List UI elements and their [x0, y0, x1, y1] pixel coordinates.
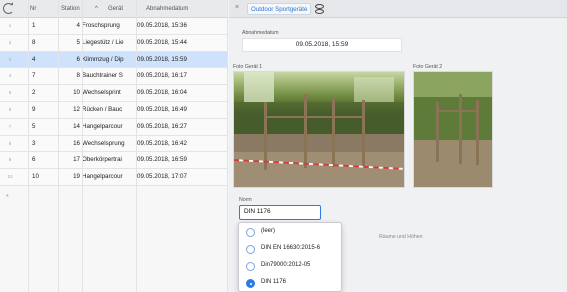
row-index: 3	[8, 56, 12, 62]
table-row[interactable]: 10 10 19 Hangelparcour 09.05.2018, 17:07	[0, 169, 228, 186]
foto-geraet-2-image[interactable]	[413, 71, 493, 188]
row-index: 5	[8, 90, 12, 96]
cell-geraet: Liegestütz / Lie	[82, 38, 124, 46]
radio-unselected-icon[interactable]	[246, 245, 255, 254]
column-header-geraet[interactable]: Gerät	[108, 0, 134, 18]
radio-selected-icon[interactable]	[246, 279, 255, 288]
cell-abnahmedatum: 09.05.2018, 16:04	[137, 89, 187, 97]
cell-nr: 5	[32, 122, 36, 130]
row-index: 9	[8, 157, 12, 163]
cell-nr: 2	[32, 89, 36, 97]
abnahmedatum-label: Abnahmedatum	[242, 30, 279, 36]
row-index: 7	[8, 123, 12, 129]
raeume-und-hoehen-label: Räume und Höhen	[379, 234, 423, 240]
column-header-nr[interactable]: Nr	[30, 0, 50, 18]
table-row[interactable]: 1 1 4 Froschsprung 09.05.2018, 15:36	[0, 18, 228, 35]
cell-station: 5	[76, 38, 80, 46]
norm-option-label: (leer)	[261, 228, 276, 234]
cell-geraet: Bauchtrainer S	[82, 72, 123, 80]
close-tab-icon[interactable]: ×	[235, 4, 239, 11]
database-icon[interactable]	[315, 4, 324, 14]
cell-abnahmedatum: 09.05.2018, 16:42	[137, 139, 187, 147]
row-index: 6	[8, 106, 12, 112]
foto-geraet-1-label: Foto Gerät 1	[233, 64, 263, 70]
radio-unselected-icon[interactable]	[246, 262, 255, 271]
foto-geraet-1-image[interactable]	[233, 71, 405, 188]
norm-option-label: Din79000:2012-05	[261, 262, 311, 268]
norm-combobox[interactable]: DIN 1176	[239, 205, 321, 220]
cell-nr: 9	[32, 105, 36, 113]
cell-nr: 10	[32, 173, 39, 181]
column-header-station[interactable]: Station	[61, 0, 91, 18]
table-row[interactable]: 4 7 8 Bauchtrainer S 09.05.2018, 16:17	[0, 68, 228, 86]
cell-abnahmedatum: 09.05.2018, 15:36	[137, 22, 187, 29]
cell-geraet: Oberkörpertrai	[82, 156, 122, 164]
norm-option-label: DIN 1176	[261, 279, 286, 285]
table-row[interactable]: 6 9 12 Rücken / Bauc 09.05.2018, 16:49	[0, 101, 228, 119]
records-table: Nr Station ^ Gerät Abnahmedatum 1 1 4 Frosc…	[0, 0, 228, 292]
cell-station: 8	[76, 72, 80, 80]
refresh-icon[interactable]	[3, 3, 14, 14]
row-index: 4	[8, 73, 12, 79]
table-row[interactable]: 5 2 10 Wechselsprint 09.05.2018, 16:04	[0, 85, 228, 102]
cell-nr: 8	[32, 38, 36, 46]
row-index: 10	[7, 174, 13, 180]
column-header-abnahmedatum[interactable]: Abnahmedatum	[146, 0, 226, 18]
foto-geraet-2-label: Foto Gerät 2	[413, 64, 443, 70]
cell-geraet: Wechselsprung	[82, 139, 125, 147]
cell-station: 16	[73, 139, 80, 147]
table-row[interactable]: 8 3 16 Wechselsprung 09.05.2018, 16:42	[0, 135, 228, 153]
table-row[interactable]: 7 5 14 Hangelparcour 09.05.2018, 16:27	[0, 118, 228, 136]
cell-station: 4	[76, 22, 80, 29]
cell-station: 6	[76, 55, 80, 63]
cell-station: 17	[73, 156, 80, 164]
sort-ascending-icon[interactable]: ^	[95, 0, 103, 18]
cell-abnahmedatum: 09.05.2018, 17:07	[137, 173, 187, 181]
norm-option[interactable]: DIN EN 16630:2015-6	[239, 241, 343, 258]
norm-dropdown-menu: (leer) DIN EN 16630:2015-6 Din79000:2012-0…	[238, 222, 342, 292]
row-index: 2	[8, 39, 12, 45]
cell-station: 14	[73, 122, 80, 130]
norm-option[interactable]: (leer)	[239, 224, 343, 241]
row-index: 8	[8, 140, 12, 146]
detail-pane: × Outdoor Sportgeräte Abnahmedatum 09.05…	[229, 0, 567, 292]
cell-nr: 4	[32, 55, 36, 63]
cell-geraet: Klimmzug / Dip	[82, 55, 124, 63]
cell-station: 10	[73, 89, 80, 97]
cell-nr: 7	[32, 72, 36, 80]
norm-option-label: DIN EN 16630:2015-6	[261, 245, 321, 251]
cell-geraet: Rücken / Bauc	[82, 105, 123, 113]
cell-nr: 6	[32, 156, 36, 164]
row-index: 1	[8, 23, 12, 28]
new-record-marker[interactable]: *	[6, 194, 9, 201]
cell-abnahmedatum: 09.05.2018, 16:27	[137, 122, 187, 130]
cell-geraet: Hangelparcour	[82, 122, 123, 130]
table-row[interactable]: 9 6 17 Oberkörpertrai 09.05.2018, 16:59	[0, 152, 228, 170]
cell-abnahmedatum: 09.05.2018, 15:59	[137, 55, 187, 63]
cell-geraet: Froschsprung	[82, 22, 120, 29]
cell-abnahmedatum: 09.05.2018, 16:59	[137, 156, 187, 164]
cell-nr: 1	[32, 22, 36, 29]
cell-station: 12	[73, 105, 80, 113]
cell-abnahmedatum: 09.05.2018, 16:49	[137, 105, 187, 113]
cell-abnahmedatum: 09.05.2018, 15:44	[137, 38, 187, 46]
tab-bar: × Outdoor Sportgeräte	[229, 0, 567, 18]
norm-label: Norm	[239, 197, 252, 203]
table-body: 1 1 4 Froschsprung 09.05.2018, 15:36 2 8 5 Liege…	[0, 18, 228, 186]
cell-geraet: Hangelparcour	[82, 173, 123, 181]
cell-geraet: Wechselsprint	[82, 89, 121, 97]
cell-station: 19	[73, 173, 80, 181]
table-row[interactable]: 2 8 5 Liegestütz / Lie 09.05.2018, 15:44	[0, 34, 228, 52]
norm-option[interactable]: DIN 1176	[239, 275, 343, 292]
cell-nr: 3	[32, 139, 36, 147]
norm-option[interactable]: Din79000:2012-05	[239, 258, 343, 275]
table-header: Nr Station ^ Gerät Abnahmedatum	[0, 0, 228, 18]
tab-outdoor-sportgeraete[interactable]: Outdoor Sportgeräte	[247, 3, 312, 15]
radio-unselected-icon[interactable]	[246, 228, 255, 237]
table-row[interactable]: 3 4 6 Klimmzug / Dip 09.05.2018, 15:59	[0, 51, 228, 69]
cell-abnahmedatum: 09.05.2018, 16:17	[137, 72, 187, 80]
abnahmedatum-field[interactable]: 09.05.2018, 15:59	[242, 38, 402, 52]
